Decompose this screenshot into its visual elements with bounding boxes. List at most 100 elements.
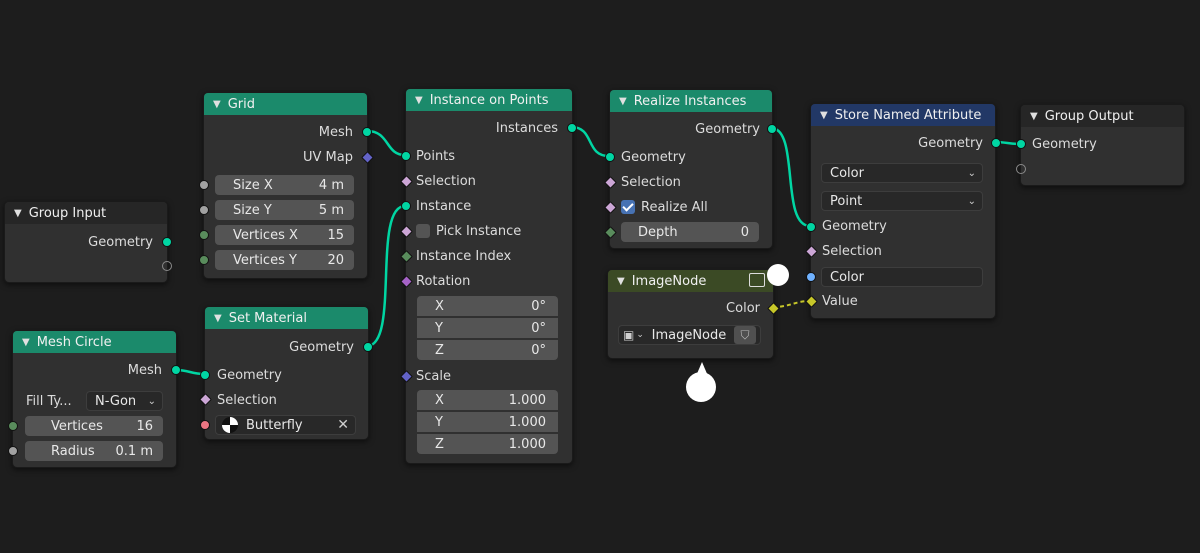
integer-socket[interactable]	[604, 226, 617, 239]
checkbox-checked-icon[interactable]	[621, 200, 635, 214]
integer-socket[interactable]	[199, 230, 209, 240]
scale-y-field[interactable]: Y 1.000	[417, 412, 558, 432]
field-label: Fill Ty...	[26, 393, 72, 409]
instance-on-points-title: Instance on Points	[429, 92, 549, 108]
geometry-socket[interactable]	[767, 124, 777, 134]
geometry-socket[interactable]	[991, 138, 1001, 148]
mesh-circle-header[interactable]: ▼ Mesh Circle	[13, 331, 176, 353]
checkbox-icon[interactable]	[416, 224, 430, 238]
integer-socket[interactable]	[400, 250, 413, 263]
radius-field[interactable]: Radius 0.1 m	[25, 441, 163, 461]
group-input-node[interactable]: ▼ Group Input Geometry	[4, 201, 172, 283]
realize-instances-header[interactable]: ▼ Realize Instances	[610, 90, 772, 112]
instance-on-points-node[interactable]: ▼ Instance on Points Instances Points Se…	[400, 88, 577, 464]
vertices-field[interactable]: Vertices 16	[25, 416, 163, 436]
fill-type-dropdown[interactable]: N-Gon ⌄	[86, 391, 163, 411]
chevron-down-icon[interactable]: ▼	[22, 337, 30, 348]
socket-label: Points	[416, 148, 456, 164]
geometry-socket[interactable]	[1016, 139, 1026, 149]
string-socket[interactable]	[806, 272, 816, 282]
size-y-field[interactable]: Size Y 5 m	[215, 200, 354, 220]
geometry-socket[interactable]	[806, 222, 816, 232]
chevron-down-icon[interactable]: ▼	[1030, 111, 1038, 122]
socket-label: Geometry	[1032, 136, 1097, 152]
mesh-socket[interactable]	[171, 365, 181, 375]
empty-socket[interactable]	[162, 261, 172, 271]
geometry-socket[interactable]	[401, 201, 411, 211]
scale-x-field[interactable]: X 1.000	[417, 390, 558, 410]
group-input-header[interactable]: ▼ Group Input	[5, 202, 167, 224]
field-value: 0°	[531, 320, 546, 336]
vector-socket[interactable]	[361, 151, 374, 164]
close-icon[interactable]: ✕	[337, 417, 349, 433]
chevron-down-icon[interactable]: ▼	[213, 99, 221, 110]
scale-z-field[interactable]: Z 1.000	[417, 434, 558, 454]
image-selector[interactable]: ▣ ⌄ ImageNode ⛉	[618, 325, 761, 345]
float-socket[interactable]	[199, 205, 209, 215]
realize-all-checkbox[interactable]: Realize All	[621, 196, 708, 218]
vector-socket[interactable]	[400, 370, 413, 383]
data-type-dropdown[interactable]: Color ⌄	[821, 163, 983, 183]
integer-socket[interactable]	[8, 421, 18, 431]
chevron-down-icon[interactable]: ▼	[619, 96, 627, 107]
boolean-socket[interactable]	[805, 245, 818, 258]
boolean-socket[interactable]	[604, 176, 617, 189]
field-value: 0°	[531, 298, 546, 314]
material-selector[interactable]: Butterfly ✕	[215, 415, 356, 435]
field-value: 0.1 m	[115, 443, 153, 459]
instance-index-input: Instance Index	[416, 245, 511, 267]
vertices-x-field[interactable]: Vertices X 15	[215, 225, 354, 245]
shield-icon[interactable]: ⛉	[734, 326, 756, 344]
pick-instance-checkbox[interactable]: Pick Instance	[416, 220, 521, 242]
boolean-socket[interactable]	[604, 201, 617, 214]
instance-on-points-header[interactable]: ▼ Instance on Points	[406, 89, 572, 111]
store-named-attribute-node[interactable]: ▼ Store Named Attribute Geometry Color ⌄ …	[805, 103, 1001, 319]
chevron-down-icon[interactable]: ▼	[14, 208, 22, 219]
boolean-socket[interactable]	[199, 393, 212, 406]
geometry-socket[interactable]	[200, 370, 210, 380]
grid-node[interactable]: ▼ Grid Mesh UV Map Size X 4 m Size Y 5 m V…	[199, 92, 374, 279]
image-node-header[interactable]: ▼ ImageNode	[608, 270, 773, 292]
geometry-socket[interactable]	[363, 342, 373, 352]
rotation-input: Rotation	[416, 270, 470, 292]
grid-header[interactable]: ▼ Grid	[204, 93, 367, 115]
group-output-header[interactable]: ▼ Group Output	[1021, 105, 1184, 127]
set-material-node[interactable]: ▼ Set Material Geometry Geometry Selecti…	[199, 306, 373, 440]
group-output-node[interactable]: ▼ Group Output Geometry	[1016, 104, 1185, 186]
set-material-header[interactable]: ▼ Set Material	[205, 307, 368, 329]
chevron-down-icon[interactable]: ▼	[214, 313, 222, 324]
image-browse-icon[interactable]: ▣ ⌄	[623, 328, 644, 342]
float-socket[interactable]	[8, 446, 18, 456]
realize-instances-node[interactable]: ▼ Realize Instances Geometry Geometry Se…	[604, 89, 777, 249]
float-socket[interactable]	[199, 180, 209, 190]
chevron-down-icon[interactable]: ▼	[415, 95, 423, 106]
rotation-x-field[interactable]: X 0°	[417, 296, 558, 316]
rotation-z-field[interactable]: Z 0°	[417, 340, 558, 360]
depth-field[interactable]: Depth 0	[621, 222, 759, 242]
geometry-socket[interactable]	[162, 237, 172, 247]
color-socket[interactable]	[767, 302, 780, 315]
chevron-down-icon[interactable]: ▼	[820, 110, 828, 121]
boolean-socket[interactable]	[400, 225, 413, 238]
chevron-down-icon[interactable]: ▼	[617, 276, 625, 287]
vertices-y-field[interactable]: Vertices Y 20	[215, 250, 354, 270]
material-socket[interactable]	[200, 420, 210, 430]
image-node[interactable]: ▼ ImageNode Color ▣ ⌄ ImageNode ⛉	[607, 269, 780, 359]
geometry-socket[interactable]	[401, 151, 411, 161]
color-socket[interactable]	[805, 295, 818, 308]
rotation-y-field[interactable]: Y 0°	[417, 318, 558, 338]
mesh-circle-node[interactable]: ▼ Mesh Circle Mesh Fill Ty... N-Gon ⌄ Ver…	[8, 330, 181, 468]
node-preview-icon[interactable]	[749, 273, 765, 287]
attribute-name-field[interactable]: Color	[821, 267, 983, 287]
store-named-attribute-header[interactable]: ▼ Store Named Attribute	[811, 104, 995, 126]
size-x-field[interactable]: Size X 4 m	[215, 175, 354, 195]
rotation-socket[interactable]	[400, 275, 413, 288]
integer-socket[interactable]	[199, 255, 209, 265]
boolean-socket[interactable]	[400, 175, 413, 188]
instances-socket[interactable]	[567, 123, 577, 133]
mesh-socket[interactable]	[362, 127, 372, 137]
empty-socket[interactable]	[1016, 164, 1026, 174]
domain-dropdown[interactable]: Point ⌄	[821, 191, 983, 211]
link-set-material-to-instance	[366, 204, 406, 348]
geometry-socket[interactable]	[605, 152, 615, 162]
